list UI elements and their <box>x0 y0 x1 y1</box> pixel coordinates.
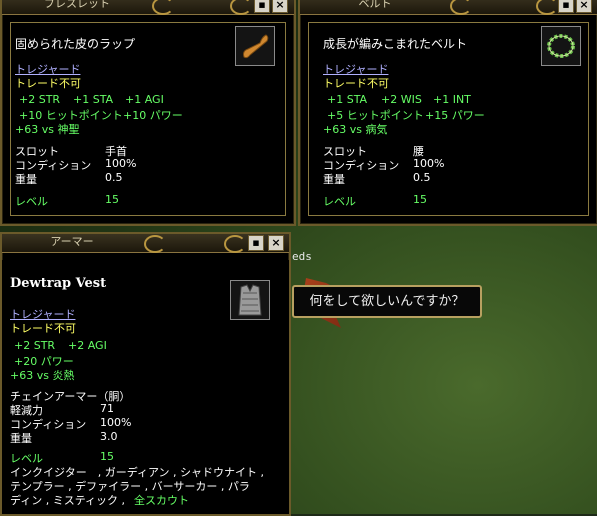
ornament-swirl-icon <box>450 0 472 15</box>
stat-wis: +2 WIS <box>381 93 422 106</box>
ornament-swirl-icon <box>536 0 558 15</box>
woven-belt-icon <box>541 26 581 66</box>
level-value: 15 <box>100 450 114 463</box>
weight-value: 0.5 <box>413 171 431 184</box>
chainmail-vest-icon <box>230 280 270 320</box>
belt-examine-window[interactable]: ベルト ▪ × 成長が編みこまれたベルト トレジャード トレード不可 +1 ST… <box>298 0 597 226</box>
pin-button[interactable]: ▪ <box>254 0 270 13</box>
bracelet-info-panel: 固められた皮のラップ トレジャード トレード不可 +2 STR +1 STA +… <box>10 22 286 216</box>
no-trade-label: トレード不可 <box>10 322 76 335</box>
item-name: 固められた皮のラップ <box>15 37 136 51</box>
ornament-swirl-icon <box>224 235 246 253</box>
level-label: レベル <box>15 195 48 208</box>
belt-info-panel: 成長が編みこまれたベルト トレジャード トレード不可 +1 STA +2 WIS… <box>308 22 589 216</box>
armor-titlebar[interactable]: アーマー ▪ × <box>2 234 289 253</box>
stat-power: +10 パワー <box>123 109 183 122</box>
no-trade-label: トレード不可 <box>15 77 81 90</box>
bracelet-examine-window[interactable]: ブレスレット ▪ × 固められた皮のラップ トレジャード トレード不可 +2 S… <box>0 0 296 226</box>
weight-label: 重量 <box>323 173 345 186</box>
stat-str: +2 STR <box>14 339 56 352</box>
pin-button[interactable]: ▪ <box>558 0 574 13</box>
level-label: レベル <box>323 195 356 208</box>
stat-resist: +63 vs 炎熱 <box>10 369 75 382</box>
stat-resist: +63 vs 神聖 <box>15 123 80 136</box>
bracelet-window-title: ブレスレット <box>44 0 110 10</box>
stat-agi: +1 AGI <box>125 93 164 106</box>
pin-button[interactable]: ▪ <box>248 235 264 251</box>
ornament-swirl-icon <box>144 235 166 253</box>
class-all-scouts: 全スカウト <box>134 494 189 507</box>
item-name: 成長が編みこまれたベルト <box>323 37 468 51</box>
stat-resist: +63 vs 病気 <box>323 123 388 136</box>
stat-sta: +1 STA <box>327 93 368 106</box>
close-button[interactable]: × <box>576 0 592 13</box>
weight-label: 重量 <box>15 173 37 186</box>
close-button[interactable]: × <box>272 0 288 13</box>
stat-int: +1 INT <box>433 93 471 106</box>
ornament-swirl-icon <box>152 0 174 15</box>
mitigation-value: 71 <box>100 402 114 415</box>
weight-value: 3.0 <box>100 430 118 443</box>
armor-window-title: アーマー <box>50 235 94 248</box>
no-trade-label: トレード不可 <box>323 77 389 90</box>
close-button[interactable]: × <box>268 235 284 251</box>
ornament-swirl-icon <box>230 0 252 15</box>
bracelet-titlebar[interactable]: ブレスレット ▪ × <box>2 0 294 15</box>
level-value: 15 <box>105 193 119 206</box>
belt-window-title: ベルト <box>358 0 392 10</box>
class-list-line-3: ディン , ミスティック , <box>10 494 126 507</box>
armor-examine-window[interactable]: アーマー ▪ × Dewtrap Vest トレジャード トレード不可 +2 S… <box>0 232 291 516</box>
condition-value: 100% <box>413 157 445 170</box>
stat-sta: +1 STA <box>73 93 114 106</box>
item-name: Dewtrap Vest <box>10 276 107 291</box>
level-value: 15 <box>413 193 427 206</box>
stat-agi: +2 AGI <box>68 339 107 352</box>
condition-value: 100% <box>105 157 137 170</box>
background-text-fragment: eds <box>292 250 312 263</box>
armor-info-panel: Dewtrap Vest トレジャード トレード不可 +2 STR +2 AGI… <box>2 260 289 514</box>
weight-label: 重量 <box>10 432 32 445</box>
condition-value: 100% <box>100 416 132 429</box>
weight-value: 0.5 <box>105 171 123 184</box>
stat-str: +2 STR <box>19 93 61 106</box>
stat-power: +15 パワー <box>425 109 485 122</box>
leather-wrap-icon <box>235 26 275 66</box>
npc-speech-bubble[interactable]: 何をして欲しいんですか？ <box>292 285 482 318</box>
belt-titlebar[interactable]: ベルト ▪ × <box>300 0 597 15</box>
